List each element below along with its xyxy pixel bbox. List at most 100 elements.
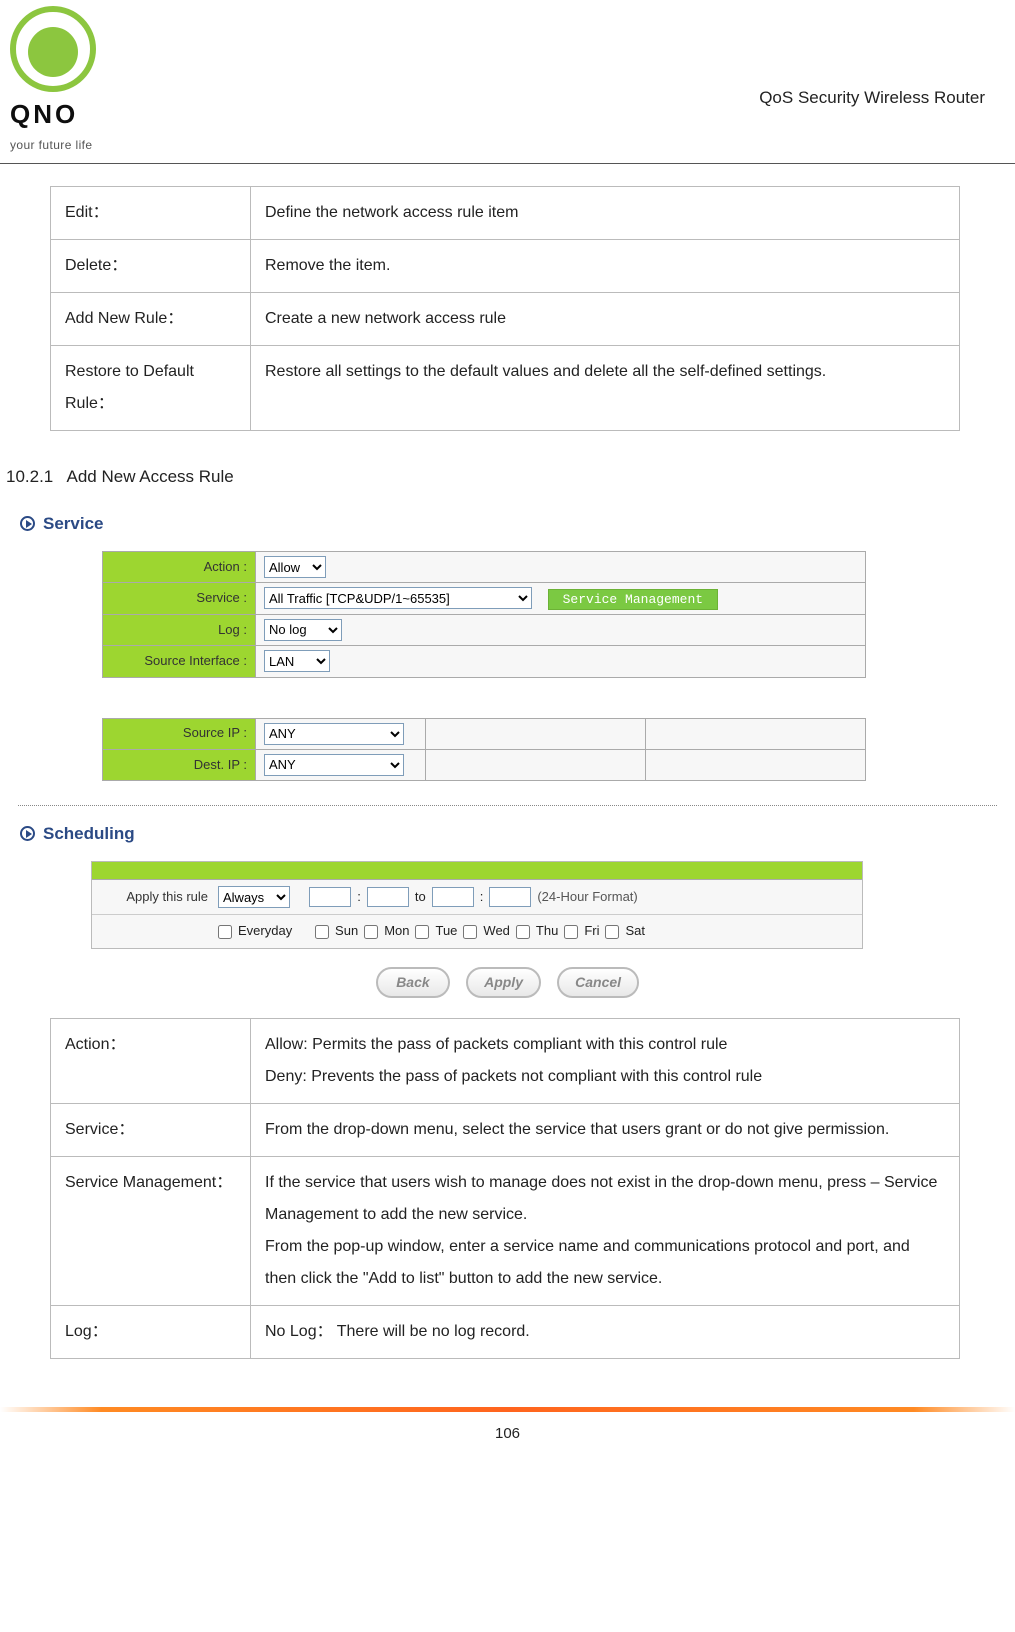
day-sun-checkbox[interactable] [315,925,329,939]
definitions-table-top: Edit： Define the network access rule ite… [50,186,960,431]
doc-title: QoS Security Wireless Router [759,84,985,111]
service-panel: Service Action : Allow Service : All Tra… [18,510,997,781]
table-row: Delete： Remove the item. [51,239,960,292]
back-button[interactable]: Back [376,967,450,997]
table-row: Log： No Log： There will be no log record… [51,1305,960,1358]
term: Log： [51,1305,251,1358]
everyday-label: Everyday [238,921,292,942]
term: Restore to Default Rule： [51,345,251,430]
colon1: : [357,887,361,908]
dst-ip-extra2 [646,749,866,780]
panel-title-text: Service [43,510,104,537]
table-row: Restore to Default Rule： Restore all set… [51,345,960,430]
brand-name: QNO [10,94,78,136]
desc: From the drop-down menu, select the serv… [251,1103,960,1156]
time-to-hh[interactable] [432,887,474,907]
log-select[interactable]: No log [264,619,342,641]
desc: No Log： There will be no log record. [251,1305,960,1358]
schedule-days-row: Everyday Sun Mon Tue Wed Thu Fri Sat [92,915,862,948]
dest-ip-select[interactable]: ANY [264,754,404,776]
to-label: to [415,887,426,908]
src-ip-extra1 [426,718,646,749]
row-log: Log : No log [103,614,866,645]
term: Action： [51,1018,251,1103]
day-tue-checkbox[interactable] [415,925,429,939]
apply-rule-label: Apply this rule [106,887,212,908]
table-row: Service Management： If the service that … [51,1156,960,1305]
cancel-button[interactable]: Cancel [557,967,639,997]
label-src-if: Source Interface : [103,646,256,677]
time-from-mm[interactable] [367,887,409,907]
everyday-checkbox[interactable] [218,925,232,939]
day-sat: Sat [625,921,645,942]
label-dst-ip: Dest. IP : [103,749,256,780]
desc: Create a new network access rule [251,292,960,345]
row-action: Action : Allow [103,552,866,583]
src-ip-extra2 [646,718,866,749]
desc: Remove the item. [251,239,960,292]
desc: Allow: Permits the pass of packets compl… [251,1018,960,1103]
service-management-button[interactable]: Service Management [548,589,718,610]
service-ip-table: Source IP : ANY Dest. IP : ANY [102,718,866,782]
label-log: Log : [103,614,256,645]
dst-ip-extra1 [426,749,646,780]
definitions-table-bottom: Action： Allow: Permits the pass of packe… [50,1018,960,1359]
service-form-table: Action : Allow Service : All Traffic [TC… [102,551,866,677]
separator [18,805,997,806]
service-select[interactable]: All Traffic [TCP&UDP/1~65535] [264,587,532,609]
label-src-ip: Source IP : [103,718,256,749]
table-row: Service： From the drop-down menu, select… [51,1103,960,1156]
table-row: Add New Rule： Create a new network acces… [51,292,960,345]
row-source-ip: Source IP : ANY [103,718,866,749]
table-row: Action： Allow: Permits the pass of packe… [51,1018,960,1103]
row-dest-ip: Dest. IP : ANY [103,749,866,780]
day-thu-checkbox[interactable] [516,925,530,939]
action-select[interactable]: Allow [264,556,326,578]
desc: Define the network access rule item [251,186,960,239]
scheduling-header-bar [92,862,862,880]
day-mon: Mon [384,921,409,942]
section-title: Add New Access Rule [67,467,234,486]
term: Add New Rule： [51,292,251,345]
time-to-mm[interactable] [489,887,531,907]
label-action: Action : [103,552,256,583]
section-heading: 10.2.1 Add New Access Rule [6,463,1015,490]
row-service: Service : All Traffic [TCP&UDP/1~65535] … [103,583,866,615]
table-row: Edit： Define the network access rule ite… [51,186,960,239]
brand-tagline: your future life [10,136,92,155]
schedule-time-row: Apply this rule Always : to : (24-Hour F… [92,880,862,915]
day-wed-checkbox[interactable] [463,925,477,939]
desc: If the service that users wish to manage… [251,1156,960,1305]
term: Delete： [51,239,251,292]
time-from-hh[interactable] [309,887,351,907]
page-header: QNO your future life QoS Security Wirele… [0,0,1015,164]
format-note: (24-Hour Format) [537,887,637,908]
bullet-icon [20,826,35,841]
day-mon-checkbox[interactable] [364,925,378,939]
label-service: Service : [103,583,256,615]
term: Service Management： [51,1156,251,1305]
brand-logo-block: QNO your future life [10,6,96,155]
term: Service： [51,1103,251,1156]
day-thu: Thu [536,921,558,942]
day-sun: Sun [335,921,358,942]
section-number: 10.2.1 [6,467,53,486]
source-ip-select[interactable]: ANY [264,723,404,745]
apply-rule-select[interactable]: Always [218,886,290,908]
scheduling-box: Apply this rule Always : to : (24-Hour F… [91,861,863,949]
source-interface-select[interactable]: LAN [264,650,330,672]
day-tue: Tue [435,921,457,942]
term: Edit： [51,186,251,239]
day-fri: Fri [584,921,599,942]
action-buttons-row: Back Apply Cancel [18,967,997,997]
row-source-interface: Source Interface : LAN [103,646,866,677]
day-sat-checkbox[interactable] [605,925,619,939]
colon2: : [480,887,484,908]
logo-icon [10,6,96,92]
day-fri-checkbox[interactable] [564,925,578,939]
desc: Restore all settings to the default valu… [251,345,960,430]
page-number: 106 [0,1422,1015,1460]
apply-button[interactable]: Apply [466,967,541,997]
footer-gradient [0,1407,1015,1412]
bullet-icon [20,516,35,531]
